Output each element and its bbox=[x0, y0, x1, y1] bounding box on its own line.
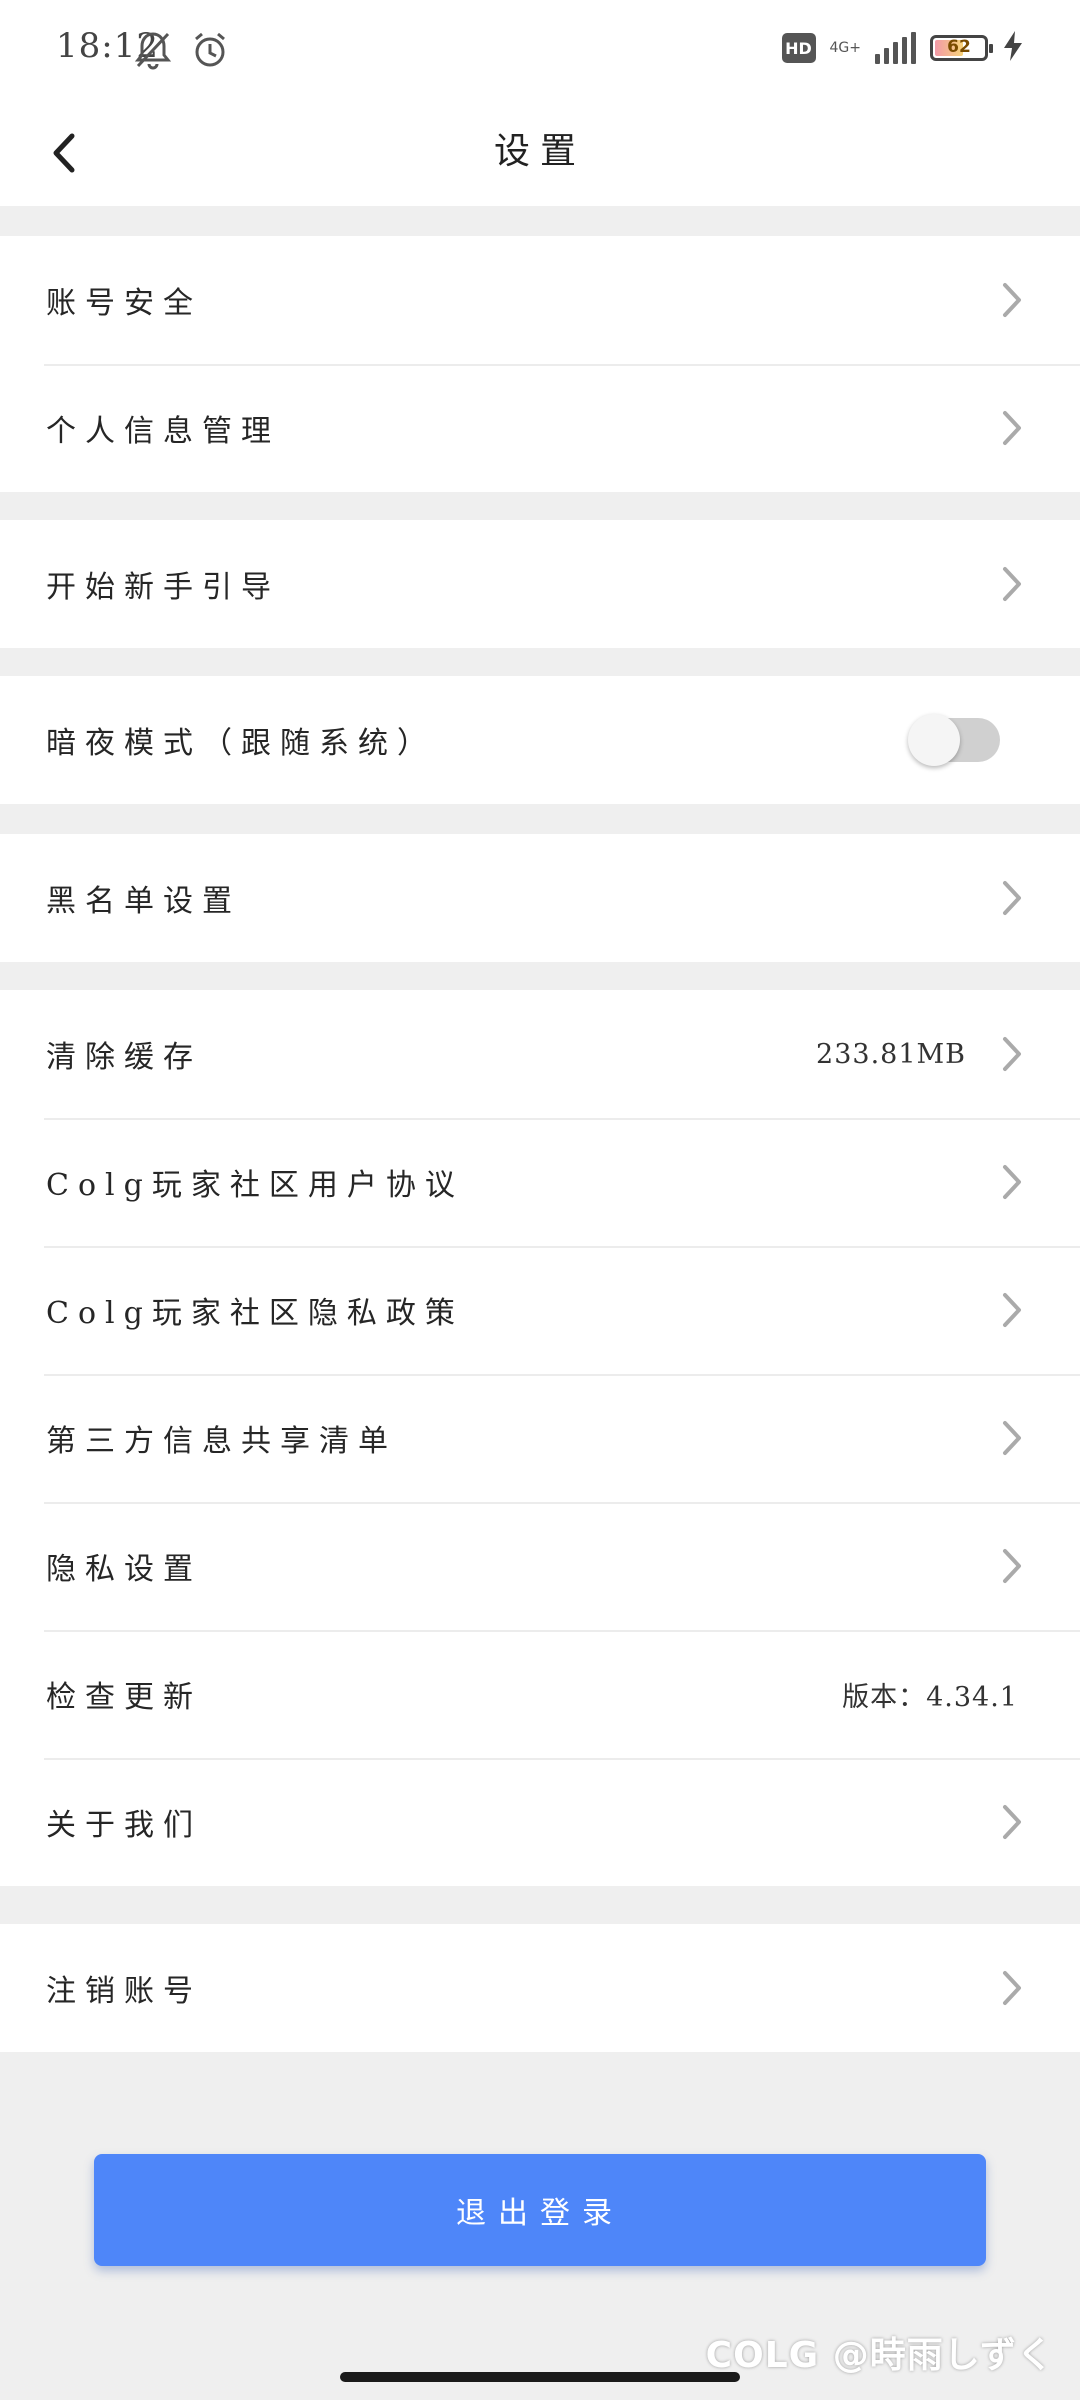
settings-item-label: Colg玩家社区用户协议 bbox=[46, 1168, 464, 1203]
watermark: COLG @時雨しずく bbox=[705, 2335, 1054, 2376]
page-title: 设置 bbox=[493, 131, 586, 172]
chevron-right-icon bbox=[1000, 280, 1024, 320]
charging-bolt-icon bbox=[1002, 30, 1024, 66]
network-label: 4G+ bbox=[829, 40, 862, 56]
settings-item-label: 开始新手引导 bbox=[46, 570, 280, 605]
settings-group-general: 清除缓存 233.81MB Colg玩家社区用户协议 Colg玩家社区隐私政策 … bbox=[0, 990, 1080, 1886]
cache-size-value: 233.81MB bbox=[816, 1038, 966, 1070]
chevron-right-icon bbox=[1000, 878, 1024, 918]
settings-item-clear-cache[interactable]: 清除缓存 233.81MB bbox=[0, 990, 1080, 1118]
settings-item-label: 第三方信息共享清单 bbox=[46, 1424, 397, 1459]
top-nav-bar: 设置 bbox=[0, 100, 1080, 206]
chevron-right-icon bbox=[1000, 408, 1024, 448]
hd-icon: HD bbox=[781, 33, 816, 63]
settings-item-label: 清除缓存 bbox=[46, 1040, 202, 1075]
bell-muted-icon bbox=[134, 30, 172, 74]
settings-item-dark-mode: 暗夜模式（跟随系统） bbox=[0, 676, 1080, 804]
settings-group-account: 账号安全 个人信息管理 bbox=[0, 236, 1080, 492]
dark-mode-toggle[interactable] bbox=[908, 714, 1000, 766]
settings-item-label: 检查更新 bbox=[46, 1680, 202, 1715]
logout-button[interactable]: 退出登录 bbox=[94, 2154, 986, 2266]
settings-item-delete-account[interactable]: 注销账号 bbox=[0, 1924, 1080, 2052]
settings-group-dark-mode: 暗夜模式（跟随系统） bbox=[0, 676, 1080, 804]
chevron-right-icon bbox=[1000, 1802, 1024, 1842]
settings-item-label: 个人信息管理 bbox=[46, 414, 280, 449]
settings-item-privacy-policy[interactable]: Colg玩家社区隐私政策 bbox=[0, 1246, 1080, 1374]
settings-item-privacy-settings[interactable]: 隐私设置 bbox=[0, 1502, 1080, 1630]
home-indicator[interactable] bbox=[340, 2372, 740, 2382]
chevron-right-icon bbox=[1000, 1034, 1024, 1074]
settings-item-start-guide[interactable]: 开始新手引导 bbox=[0, 520, 1080, 648]
chevron-right-icon bbox=[1000, 1162, 1024, 1202]
battery-icon: 62 bbox=[930, 35, 993, 61]
settings-item-account-security[interactable]: 账号安全 bbox=[0, 236, 1080, 364]
battery-level-text: 62 bbox=[947, 37, 971, 57]
settings-item-user-agreement[interactable]: Colg玩家社区用户协议 bbox=[0, 1118, 1080, 1246]
settings-item-about-us[interactable]: 关于我们 bbox=[0, 1758, 1080, 1886]
settings-group-delete-account: 注销账号 bbox=[0, 1924, 1080, 2052]
settings-item-blacklist[interactable]: 黑名单设置 bbox=[0, 834, 1080, 962]
chevron-right-icon bbox=[1000, 1418, 1024, 1458]
version-value: 版本：4.34.1 bbox=[842, 1681, 1018, 1713]
settings-item-label: 隐私设置 bbox=[46, 1552, 202, 1587]
signal-strength-icon bbox=[875, 32, 916, 64]
toggle-knob bbox=[908, 714, 960, 766]
settings-item-label: 黑名单设置 bbox=[46, 884, 241, 919]
alarm-clock-icon bbox=[190, 30, 230, 74]
settings-group-guide: 开始新手引导 bbox=[0, 520, 1080, 648]
chevron-right-icon bbox=[1000, 1290, 1024, 1330]
status-bar: 18:12 HD 4G+ 62 bbox=[0, 0, 1080, 100]
settings-item-label: 账号安全 bbox=[46, 286, 202, 321]
settings-item-label: 暗夜模式（跟随系统） bbox=[46, 726, 436, 761]
settings-item-label: 注销账号 bbox=[46, 1974, 202, 2009]
settings-item-third-party-sharing[interactable]: 第三方信息共享清单 bbox=[0, 1374, 1080, 1502]
settings-item-label: Colg玩家社区隐私政策 bbox=[46, 1296, 464, 1331]
settings-item-check-update[interactable]: 检查更新 版本：4.34.1 bbox=[0, 1630, 1080, 1758]
chevron-right-icon bbox=[1000, 1968, 1024, 2008]
chevron-right-icon bbox=[1000, 1546, 1024, 1586]
settings-item-label: 关于我们 bbox=[46, 1808, 202, 1843]
chevron-right-icon bbox=[1000, 564, 1024, 604]
settings-group-blacklist: 黑名单设置 bbox=[0, 834, 1080, 962]
settings-item-personal-info[interactable]: 个人信息管理 bbox=[0, 364, 1080, 492]
